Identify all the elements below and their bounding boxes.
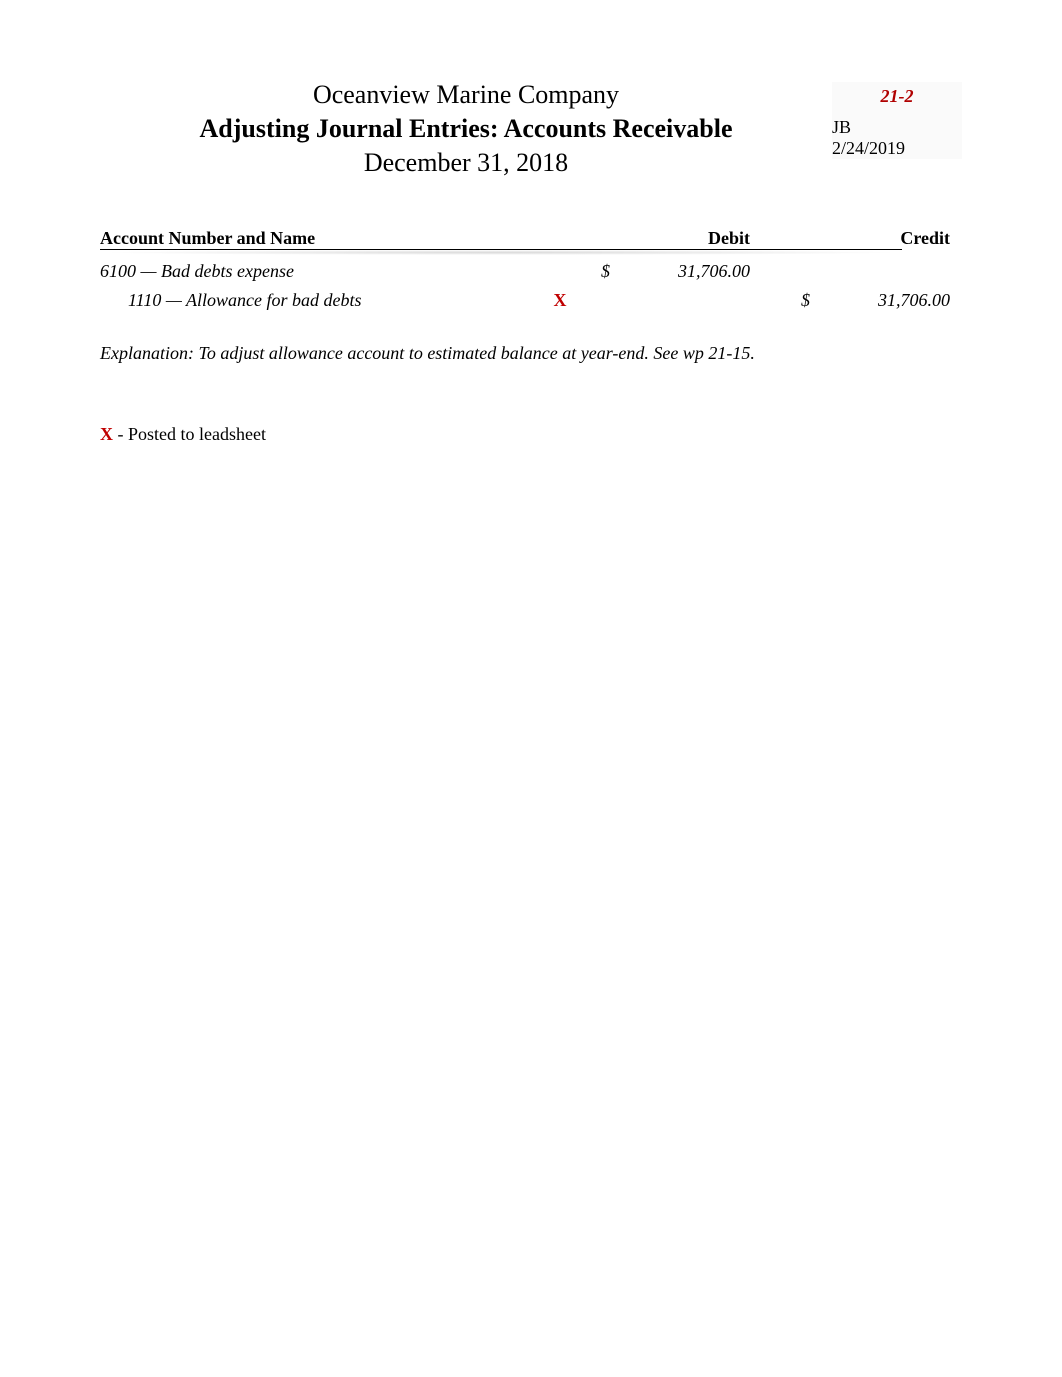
posted-mark: X [540, 290, 580, 311]
company-name: Oceanview Marine Company [100, 80, 832, 110]
debit-amount [610, 290, 750, 311]
journal-entries-table: Account Number and Name Debit Credit 610… [100, 228, 962, 313]
legend-mark: X [100, 424, 113, 444]
account-name: 1110 — Allowance for bad debts [100, 290, 540, 311]
column-header-mark [540, 228, 580, 249]
explanation-text: Explanation: To adjust allowance account… [100, 343, 962, 364]
header-center: Oceanview Marine Company Adjusting Journ… [100, 80, 832, 178]
column-header-credit: Credit [810, 228, 950, 249]
debit-currency [580, 290, 610, 311]
account-name: 6100 — Bad debts expense [100, 261, 540, 282]
posted-mark [540, 261, 580, 282]
reference-code: 21-2 [832, 82, 962, 111]
table-row: 6100 — Bad debts expense $ 31,706.00 [100, 255, 962, 284]
preparer-initials: JB [832, 111, 962, 138]
credit-amount: 31,706.00 [810, 290, 950, 311]
column-header-account: Account Number and Name [100, 228, 540, 249]
table-row: 1110 — Allowance for bad debts X $ 31,70… [100, 284, 962, 313]
header-reference-block: 21-2 JB 2/24/2019 [832, 80, 962, 159]
column-header-debit: Debit [610, 228, 750, 249]
preparation-date: 2/24/2019 [832, 138, 962, 159]
document-date: December 31, 2018 [100, 148, 832, 178]
document-header: Oceanview Marine Company Adjusting Journ… [100, 80, 962, 178]
legend-text: - Posted to leadsheet [113, 424, 266, 444]
document-title: Adjusting Journal Entries: Accounts Rece… [100, 114, 832, 144]
credit-currency [750, 261, 810, 282]
debit-currency: $ [580, 261, 610, 282]
table-header-row: Account Number and Name Debit Credit [100, 228, 962, 255]
credit-amount [810, 261, 950, 282]
legend: X - Posted to leadsheet [100, 424, 962, 445]
debit-amount: 31,706.00 [610, 261, 750, 282]
credit-currency: $ [750, 290, 810, 311]
